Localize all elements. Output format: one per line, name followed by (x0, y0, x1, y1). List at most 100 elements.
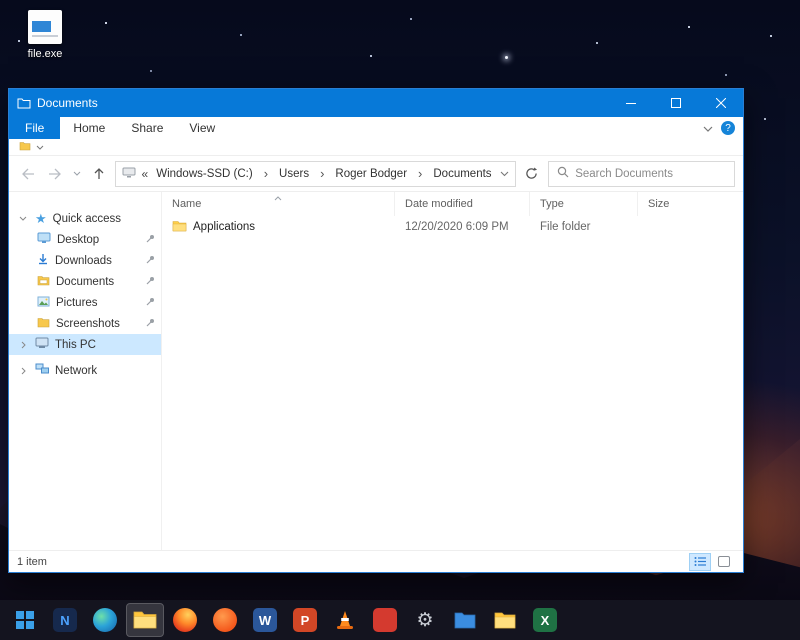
minimize-button[interactable] (608, 89, 653, 117)
address-bar[interactable]: « Windows-SSD (C:) › Users › Roger Bodge… (114, 160, 516, 187)
sidebar-item-quick-access[interactable]: ★ Quick access (9, 208, 161, 229)
breadcrumb-drive[interactable]: Windows-SSD (C:) (154, 168, 254, 180)
tab-home[interactable]: Home (60, 117, 118, 139)
pin-icon[interactable] (146, 318, 155, 330)
sidebar-item-downloads[interactable]: Downloads (9, 250, 161, 271)
network-icon (35, 363, 49, 378)
refresh-button[interactable] (520, 161, 545, 187)
taskbar-settings[interactable]: ⚙ (406, 603, 444, 637)
sidebar-item-pictures[interactable]: Pictures (9, 292, 161, 313)
expand-ribbon-chevron-icon[interactable] (703, 121, 713, 135)
sidebar-item-label: Downloads (55, 254, 112, 267)
taskbar-folder[interactable] (486, 603, 524, 637)
excel-icon: X (533, 608, 557, 632)
help-icon[interactable]: ? (721, 121, 735, 135)
column-header-date-modified[interactable]: Date modified (395, 192, 530, 216)
pictures-icon (37, 296, 50, 310)
up-button[interactable] (88, 161, 111, 187)
column-header-name[interactable]: Name (162, 192, 395, 216)
pin-icon[interactable] (146, 255, 155, 267)
sidebar-item-label: Desktop (57, 233, 100, 246)
sidebar-item-label: Documents (56, 275, 115, 288)
forward-arrow-icon (49, 168, 62, 179)
sidebar-item-screenshots[interactable]: Screenshots (9, 313, 161, 334)
chevron-right-icon[interactable] (17, 367, 29, 375)
status-bar: 1 item (9, 550, 743, 572)
file-name: Applications (193, 221, 256, 233)
taskbar-firefox[interactable] (166, 603, 204, 637)
details-view-icon (694, 557, 706, 566)
tab-view[interactable]: View (176, 117, 228, 139)
close-button[interactable] (698, 89, 743, 117)
maximize-button[interactable] (653, 89, 698, 117)
pin-icon[interactable] (146, 276, 155, 288)
taskbar-app-n[interactable]: N (46, 603, 84, 637)
breadcrumb-separator-icon: › (263, 166, 269, 181)
taskbar-app-red[interactable] (366, 603, 404, 637)
pin-icon[interactable] (146, 297, 155, 309)
stars (0, 0, 2, 2)
breadcrumb-separator-icon: › (418, 166, 423, 181)
details-view-button[interactable] (689, 552, 711, 571)
window-title: Documents (37, 96, 98, 110)
address-dropdown-icon[interactable] (500, 171, 509, 177)
forward-button[interactable] (44, 161, 67, 187)
search-input[interactable] (575, 167, 726, 180)
chevron-down-icon (73, 171, 81, 176)
sidebar-item-this-pc[interactable]: This PC (9, 334, 161, 355)
quick-access-toolbar (9, 139, 743, 156)
navigation-pane: ★ Quick access Desktop Downloads Documen… (9, 192, 161, 550)
chevron-down-icon[interactable] (17, 216, 29, 221)
breadcrumb-collapsed[interactable]: « (142, 167, 149, 181)
file-date-modified: 12/20/2020 6:09 PM (405, 221, 509, 233)
sidebar-item-label: This PC (55, 338, 96, 351)
this-pc-icon (35, 337, 49, 352)
large-icons-view-button[interactable] (713, 553, 735, 571)
start-button[interactable] (6, 603, 44, 637)
file-row-applications[interactable]: Applications 12/20/2020 6:09 PM File fol… (162, 216, 743, 238)
breadcrumb-user[interactable]: Roger Bodger (333, 168, 409, 180)
tab-share[interactable]: Share (118, 117, 176, 139)
app-blue-folder-icon (454, 612, 476, 629)
sidebar-item-network[interactable]: Network (9, 360, 161, 381)
qat-folder-icon[interactable] (19, 141, 31, 154)
desktop-icon-file-exe[interactable]: file.exe (12, 10, 78, 60)
taskbar-app-blue[interactable] (446, 603, 484, 637)
vlc-icon (337, 611, 353, 629)
taskbar-file-explorer[interactable] (126, 603, 164, 637)
taskbar: N W P ⚙ X (0, 600, 800, 640)
taskbar-edge[interactable] (86, 603, 124, 637)
windows-logo-icon (16, 611, 34, 629)
back-button[interactable] (17, 161, 40, 187)
column-header-size[interactable]: Size (638, 192, 716, 216)
desktop-icon-glyph (37, 232, 51, 247)
column-header-type[interactable]: Type (530, 192, 638, 216)
breadcrumb-users[interactable]: Users (277, 168, 311, 180)
taskbar-word[interactable]: W (246, 603, 284, 637)
up-arrow-icon (94, 168, 104, 179)
chevron-right-icon[interactable] (17, 341, 29, 349)
breadcrumb-current[interactable]: Documents (431, 168, 493, 180)
qat-dropdown-icon[interactable] (36, 141, 44, 153)
file-explorer-window: Documents File Home Share View ? « Windo… (8, 88, 744, 573)
item-count: 1 item (17, 555, 47, 568)
recent-locations-button[interactable] (71, 161, 84, 187)
settings-gear-icon: ⚙ (416, 609, 434, 631)
pin-icon[interactable] (146, 234, 155, 246)
back-arrow-icon (22, 168, 35, 179)
large-icons-view-icon (718, 556, 730, 567)
sidebar-item-documents[interactable]: Documents (9, 271, 161, 292)
title-bar[interactable]: Documents (9, 89, 743, 117)
app-n-icon: N (53, 608, 77, 632)
taskbar-excel[interactable]: X (526, 603, 564, 637)
tab-file[interactable]: File (9, 117, 61, 139)
taskbar-vlc[interactable] (326, 603, 364, 637)
app-red-icon (373, 608, 397, 632)
sidebar-item-desktop[interactable]: Desktop (9, 229, 161, 250)
column-headers: Name Date modified Type Size (162, 192, 743, 216)
file-list-pane: Name Date modified Type Size Application… (161, 192, 743, 550)
folder-icon (172, 220, 187, 235)
bright-star (505, 56, 508, 59)
taskbar-powerpoint[interactable]: P (286, 603, 324, 637)
taskbar-app-orange[interactable] (206, 603, 244, 637)
